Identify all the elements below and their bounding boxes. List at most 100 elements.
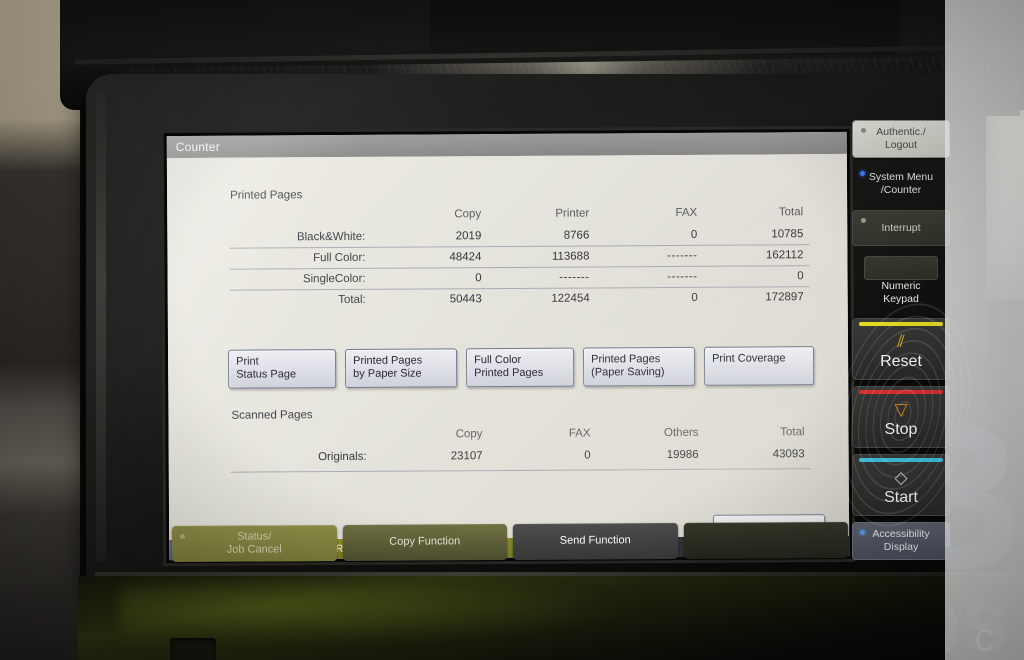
accessibility-display-button[interactable]: Accessibility Display bbox=[852, 522, 950, 560]
function-tab-bar: Status/ Job Cancel Copy Function Send Fu… bbox=[171, 521, 849, 563]
tab-label-line1: Status/ bbox=[237, 530, 272, 543]
hardware-key-panel: Authentic./ Logout System Menu /Counter … bbox=[848, 110, 954, 570]
touchscreen-display[interactable]: Counter Printed Pages Copy Printer FAX T… bbox=[166, 131, 850, 561]
printer-photo-scene: Counter Printed Pages Copy Printer FAX T… bbox=[0, 0, 1024, 660]
cell-copy: 48424 bbox=[379, 246, 488, 269]
key-label: Start bbox=[884, 489, 918, 506]
numeric-keypad-button[interactable]: Numeric Keypad bbox=[852, 256, 950, 308]
col-header-fax: FAX bbox=[675, 206, 698, 219]
key-label-line1: Authentic./ bbox=[876, 126, 926, 139]
row-label: Full Color: bbox=[229, 247, 380, 270]
key-label-line1: Numeric bbox=[881, 280, 921, 293]
tab-send-function[interactable]: Send Function bbox=[512, 522, 678, 560]
button-line2: by Paper Size bbox=[353, 367, 422, 381]
button-line1: Printed Pages bbox=[591, 353, 661, 366]
button-line1: Full Color bbox=[474, 353, 522, 367]
tab-label: Send Function bbox=[559, 534, 631, 548]
cell-printer: 113688 bbox=[487, 245, 596, 268]
cell-fax: 0 bbox=[488, 445, 597, 471]
printed-pages-paper-saving-button[interactable]: Printed Pages (Paper Saving) bbox=[583, 346, 696, 387]
authentication-logout-button[interactable]: Authentic./ Logout bbox=[852, 120, 950, 158]
printer-body-reflection bbox=[120, 584, 640, 644]
reset-button[interactable]: ⫽ Reset bbox=[852, 318, 950, 380]
key-label-line2: Keypad bbox=[883, 293, 919, 306]
panel-left-edge bbox=[96, 92, 106, 562]
cell-total: 10785 bbox=[771, 228, 804, 241]
cell-copy: 0 bbox=[379, 267, 488, 290]
counter-action-buttons: Print Status Page Printed Pages by Paper… bbox=[228, 346, 818, 389]
printed-pages-heading: Printed Pages bbox=[230, 189, 303, 202]
key-label-line2: Display bbox=[883, 541, 919, 553]
print-status-page-button[interactable]: Print Status Page bbox=[228, 349, 337, 389]
tab-label-line2: Job Cancel bbox=[226, 543, 282, 556]
tab-status-job-cancel[interactable]: Status/ Job Cancel bbox=[171, 525, 337, 563]
stop-octagon-icon: ▽ bbox=[894, 400, 908, 419]
cell-fax: ------- bbox=[595, 245, 704, 267]
accessibility-led-icon bbox=[860, 530, 865, 535]
cell-total: 0 bbox=[703, 265, 810, 288]
tab-label: Copy Function bbox=[389, 535, 461, 549]
stop-button[interactable]: ▽ Stop bbox=[852, 386, 950, 448]
interrupt-button[interactable]: Interrupt bbox=[852, 210, 950, 246]
key-label: Reset bbox=[880, 353, 922, 370]
cell-fax: 0 bbox=[595, 287, 704, 309]
cell-others: 19986 bbox=[596, 444, 705, 470]
printed-pages-by-paper-size-button[interactable]: Printed Pages by Paper Size bbox=[345, 348, 458, 388]
printed-pages-table: Copy Printer FAX Total Black&White: 2019… bbox=[229, 202, 810, 311]
cell-fax: ------- bbox=[595, 266, 704, 288]
tab-empty[interactable] bbox=[683, 521, 849, 559]
print-coverage-button[interactable]: Print Coverage bbox=[704, 346, 815, 386]
row-label: Black&White: bbox=[296, 230, 366, 244]
start-diamond-icon: ◇ bbox=[894, 468, 908, 487]
reset-accent-bar bbox=[859, 322, 943, 326]
key-label-line1: System Menu bbox=[868, 171, 934, 184]
start-accent-bar bbox=[859, 458, 943, 462]
reset-slashes-icon: ⫽ bbox=[897, 332, 905, 351]
screen-content: Printed Pages Copy Printer FAX Total Bla… bbox=[166, 153, 850, 561]
stop-accent-bar bbox=[859, 390, 943, 394]
cell-total: 162112 bbox=[703, 244, 810, 267]
row-label: Total: bbox=[229, 289, 380, 311]
row-label: Originals: bbox=[230, 446, 381, 473]
cell-fax: 0 bbox=[690, 228, 698, 241]
full-color-printed-pages-button[interactable]: Full Color Printed Pages bbox=[466, 347, 575, 388]
interrupt-led-icon bbox=[861, 218, 866, 223]
page-title: Counter bbox=[175, 139, 220, 155]
key-label-line2: /Counter bbox=[880, 184, 922, 196]
status-led-icon bbox=[179, 533, 185, 540]
table-row: Originals: 23107 0 19986 43093 bbox=[230, 444, 811, 473]
system-menu-counter-button[interactable]: System Menu /Counter bbox=[852, 164, 950, 204]
col-header-fax: FAX bbox=[568, 427, 591, 440]
key-label-line1: Accessibility bbox=[872, 528, 930, 541]
cell-copy: 50443 bbox=[379, 288, 488, 310]
key-label-line2: Logout bbox=[884, 139, 918, 151]
col-header-copy: Copy bbox=[455, 428, 483, 441]
key-label: Interrupt bbox=[881, 221, 921, 234]
table-row-total: Total: 50443 122454 0 172897 bbox=[229, 286, 810, 311]
cell-total: 43093 bbox=[704, 444, 811, 470]
paper-tray-notch bbox=[170, 638, 216, 660]
cell-copy: 2019 bbox=[455, 230, 482, 243]
keypad-plate bbox=[864, 256, 938, 280]
col-header-copy: Copy bbox=[454, 208, 482, 221]
cell-printer: ------- bbox=[487, 266, 596, 289]
cell-printer: 122454 bbox=[487, 287, 596, 310]
button-line2: Status Page bbox=[236, 368, 297, 382]
key-label: Stop bbox=[884, 421, 918, 438]
button-line1: Print bbox=[236, 355, 259, 368]
cell-total: 172897 bbox=[703, 286, 810, 308]
button-line2: (Paper Saving) bbox=[591, 366, 665, 379]
tab-copy-function[interactable]: Copy Function bbox=[342, 524, 508, 562]
row-label: SingleColor: bbox=[229, 268, 380, 291]
auth-led-icon bbox=[861, 128, 866, 133]
scanned-pages-table: Copy FAX Others Total Originals: 23107 0… bbox=[230, 422, 811, 473]
button-line1: Print Coverage bbox=[712, 352, 786, 365]
scanned-pages-heading: Scanned Pages bbox=[231, 409, 313, 422]
cell-copy: 23107 bbox=[380, 446, 489, 472]
col-header-total: Total bbox=[780, 426, 805, 439]
col-header-others: Others bbox=[663, 426, 699, 440]
start-button[interactable]: ◇ Start bbox=[852, 454, 950, 516]
button-line1: Printed Pages bbox=[353, 354, 423, 367]
cell-printer: 8766 bbox=[563, 229, 590, 242]
col-header-blank bbox=[230, 425, 380, 448]
